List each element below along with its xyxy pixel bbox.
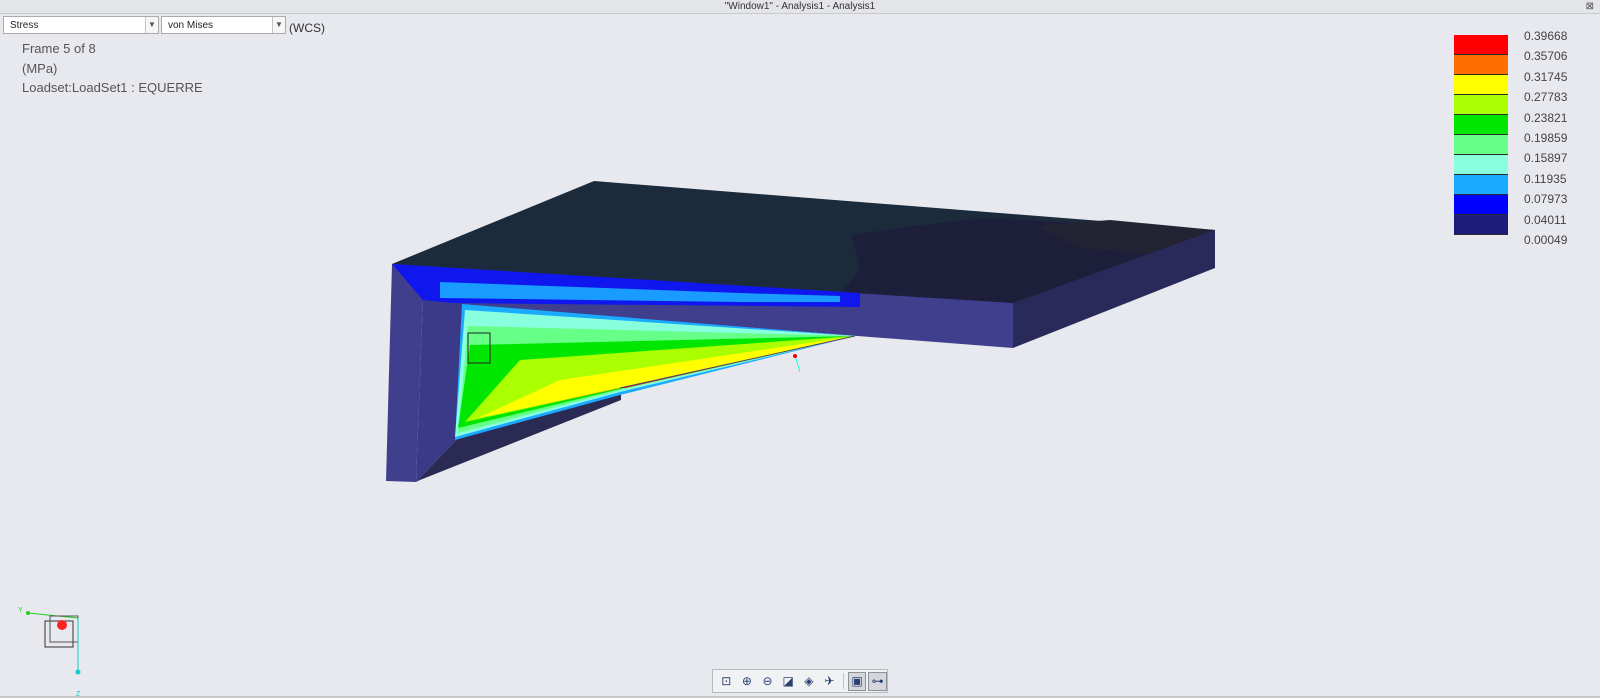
legend-value: 0.04011 bbox=[1524, 212, 1567, 227]
legend-band bbox=[1454, 35, 1508, 55]
legend-band bbox=[1454, 215, 1508, 235]
legend-value: 0.00049 bbox=[1524, 232, 1568, 247]
zoom-out-icon[interactable]: ⊖ bbox=[758, 672, 777, 691]
stress-legend-colorbar bbox=[1454, 35, 1508, 235]
legend-value: 0.27783 bbox=[1524, 90, 1568, 105]
zoom-in-icon[interactable]: ⊕ bbox=[738, 672, 757, 691]
legend-value: 0.11935 bbox=[1524, 171, 1567, 186]
legend-band bbox=[1454, 155, 1508, 175]
saved-views-icon[interactable]: ◈ bbox=[800, 672, 819, 691]
legend-value: 0.31745 bbox=[1524, 69, 1568, 84]
triad-y-label: Y bbox=[18, 607, 23, 614]
legend-band bbox=[1454, 95, 1508, 115]
load-point-marker bbox=[793, 354, 797, 358]
legend-band bbox=[1454, 175, 1508, 195]
legend-value: 0.07973 bbox=[1524, 192, 1568, 207]
view-toolbar: ⊡ ⊕ ⊖ ◪ ◈ ✈ ▣ ⊶ bbox=[712, 669, 888, 693]
load-marker-line bbox=[794, 355, 801, 373]
legend-band bbox=[1454, 75, 1508, 95]
legend-values: 0.39668 0.35706 0.31745 0.27783 0.23821 … bbox=[1524, 26, 1567, 250]
spin-center-icon[interactable]: ✈ bbox=[820, 672, 839, 691]
orientation-triad: Y Z bbox=[18, 607, 81, 698]
legend-value: 0.35706 bbox=[1524, 49, 1568, 64]
legend-value: 0.15897 bbox=[1524, 151, 1568, 166]
legend-band bbox=[1454, 135, 1508, 155]
legend-band bbox=[1454, 55, 1508, 75]
model-viewport[interactable]: Y Z bbox=[0, 0, 1600, 698]
datum-display-icon[interactable]: ⊶ bbox=[868, 671, 887, 691]
legend-value: 0.39668 bbox=[1524, 29, 1568, 43]
legend-value: 0.19859 bbox=[1524, 130, 1568, 145]
toolbar-divider bbox=[842, 673, 844, 689]
legend-band bbox=[1454, 195, 1508, 215]
repaint-icon[interactable]: ◪ bbox=[779, 672, 798, 691]
model-display-icon[interactable]: ▣ bbox=[847, 671, 867, 691]
legend-band bbox=[1454, 115, 1508, 135]
legend-value: 0.23821 bbox=[1524, 110, 1568, 125]
refit-icon[interactable]: ⊡ bbox=[717, 672, 736, 691]
